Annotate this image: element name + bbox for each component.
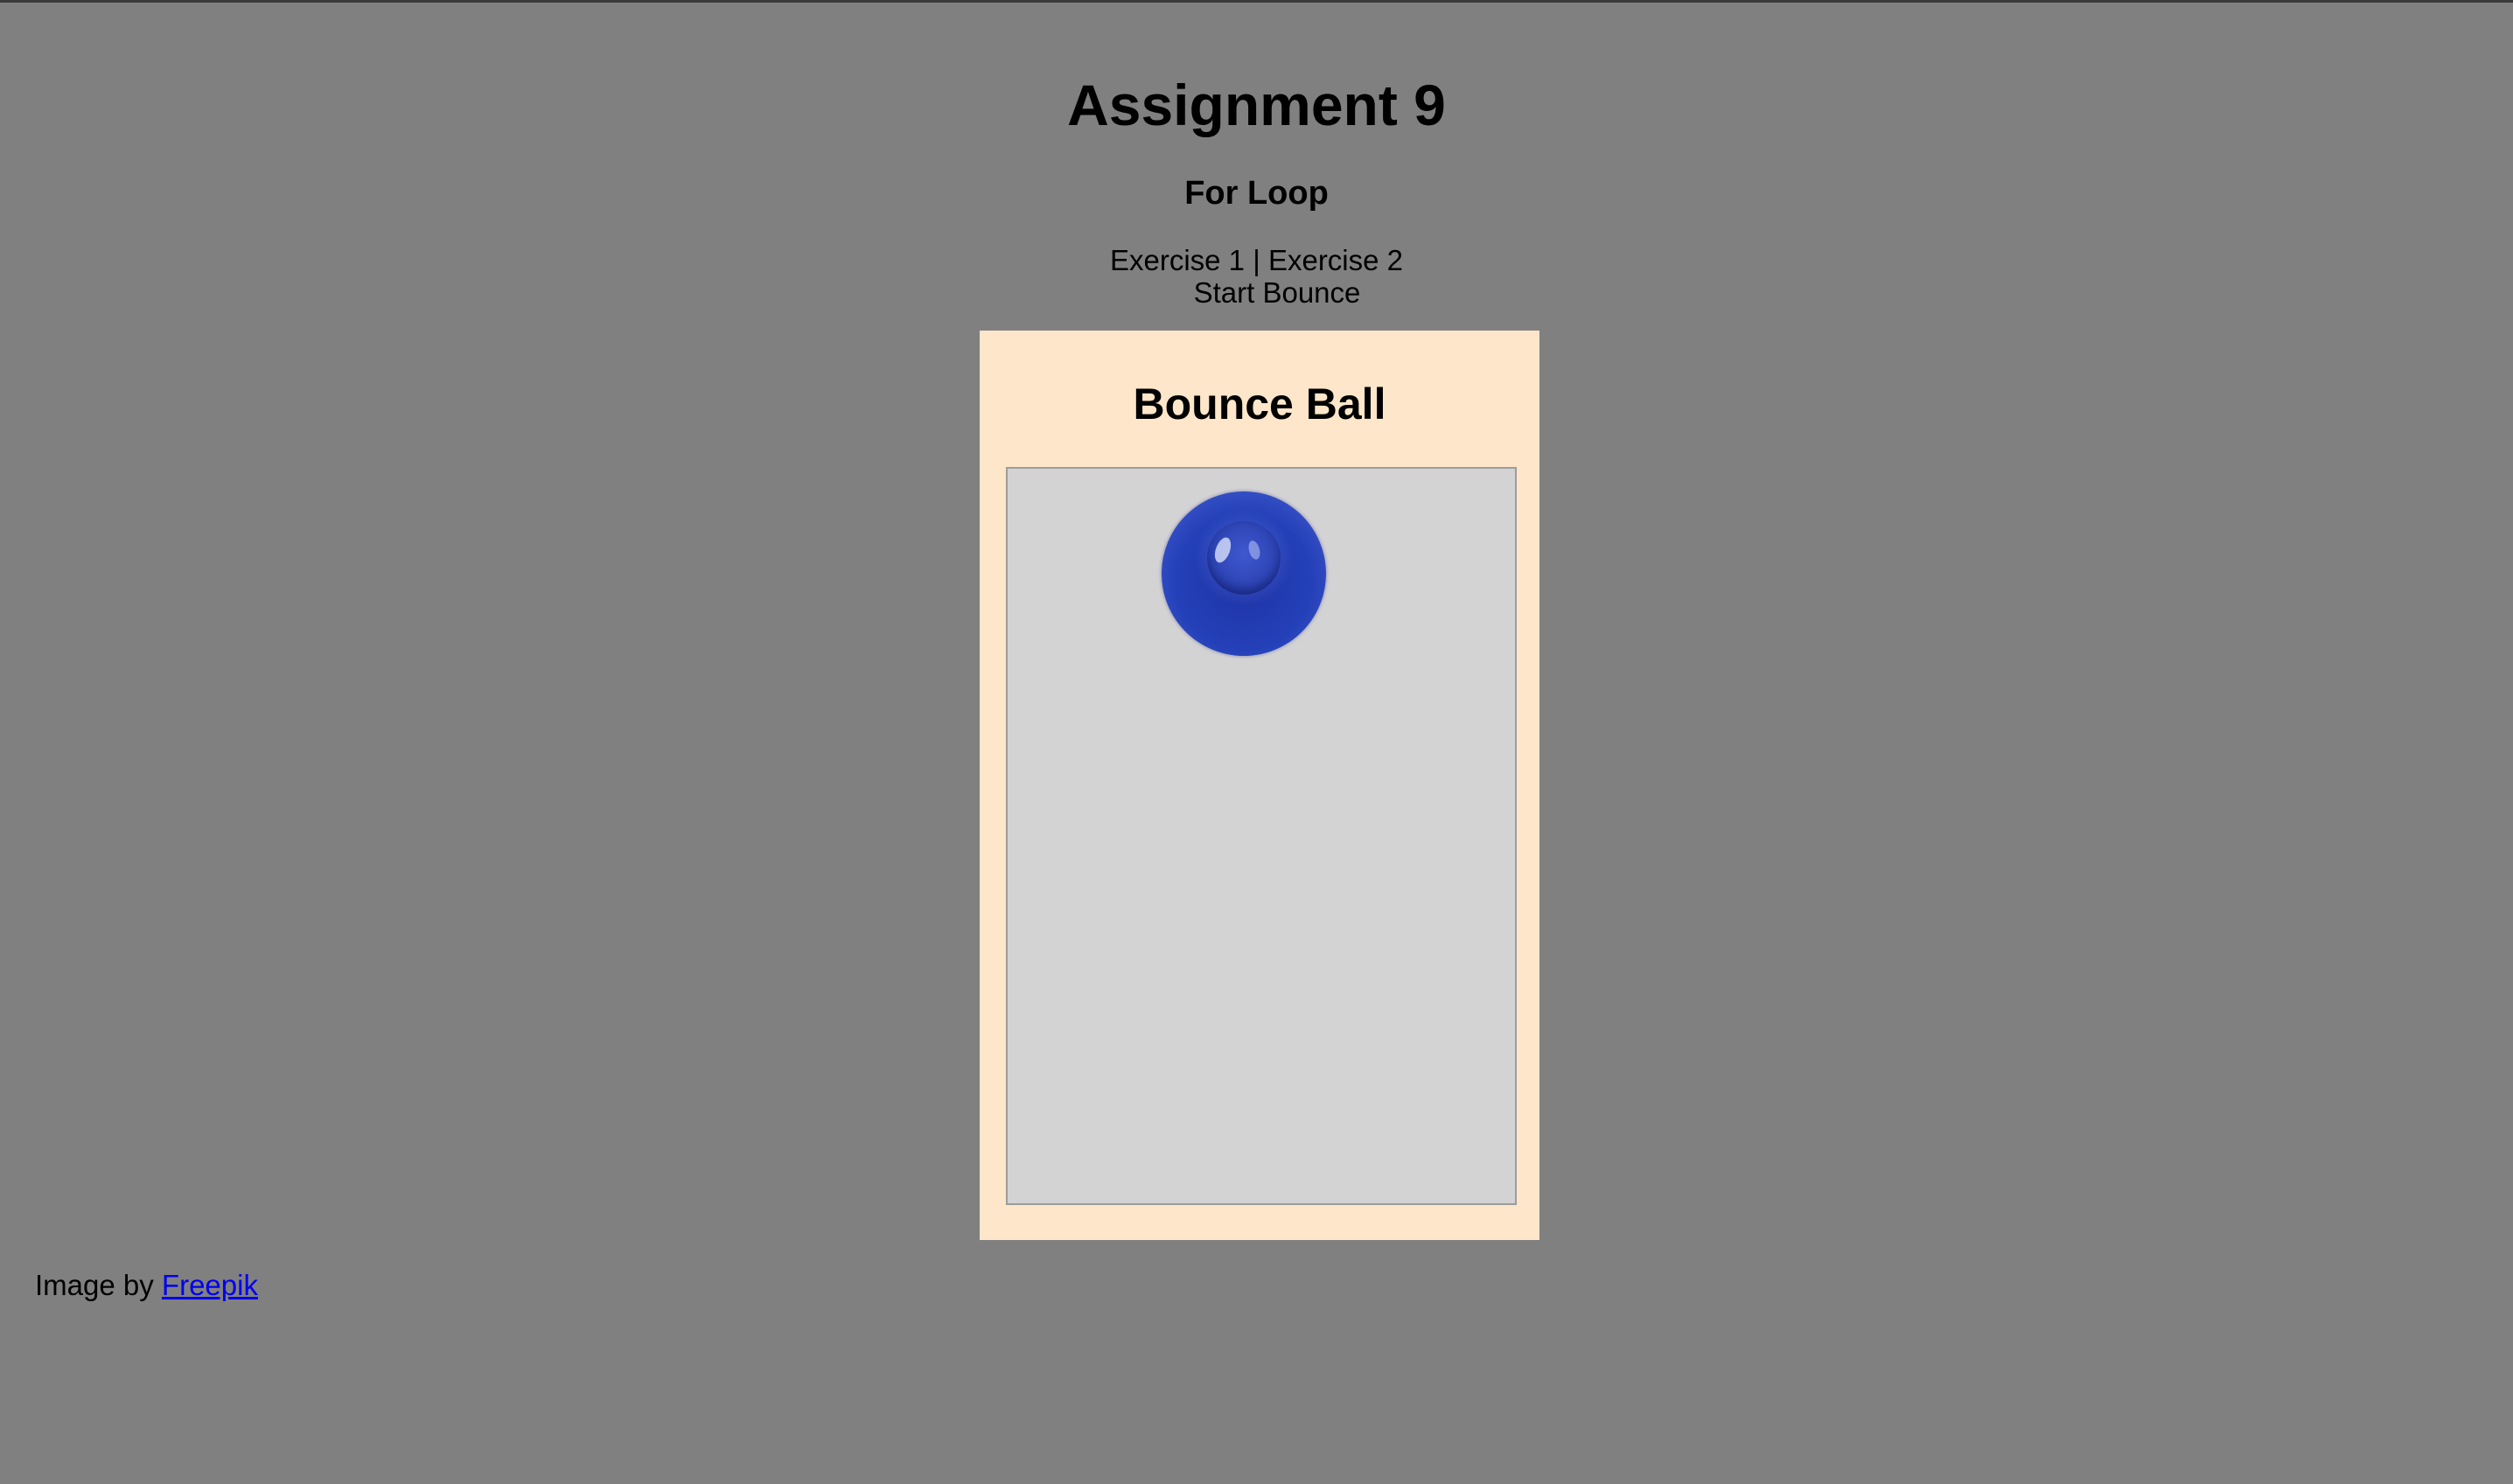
start-bounce-button[interactable]: Start Bounce [0, 273, 2513, 313]
top-border [0, 0, 2513, 3]
page-subtitle: For Loop [1184, 175, 1329, 212]
ball-image [1162, 491, 1326, 656]
nav-separator: | [1253, 244, 1260, 276]
bounce-arena [1006, 467, 1517, 1205]
nav-link-exercise-2[interactable]: Exercise 2 [1268, 244, 1403, 276]
freepik-link[interactable]: Freepik [162, 1269, 258, 1301]
nav-link-exercise-1[interactable]: Exercise 1 [1110, 244, 1245, 276]
credit-prefix: Image by [35, 1269, 154, 1301]
image-credit: Image by Freepik [35, 1265, 258, 1306]
bounce-card: Bounce Ball [980, 331, 1539, 1240]
page-title: Assignment 9 [1067, 73, 1446, 137]
card-title: Bounce Ball [1133, 380, 1386, 428]
